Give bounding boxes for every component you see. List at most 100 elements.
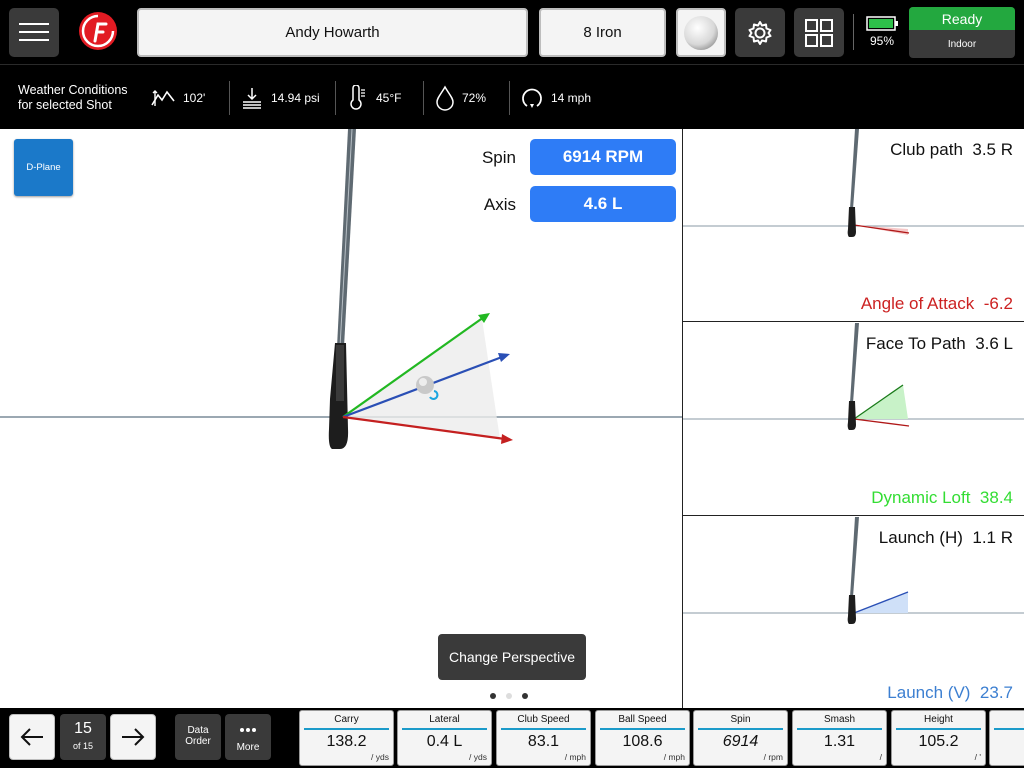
weather-title-line1: Weather Conditions [18,83,128,97]
page-dot[interactable] [522,693,528,699]
dplane-button[interactable]: D-Plane [14,139,73,196]
settings-button[interactable] [735,8,785,57]
app-root: Andy Howarth 8 Iron 95% Ready Indoor Wea… [0,0,1024,768]
brand-logo-icon[interactable] [77,10,119,52]
tile-value: 108.6 [622,733,663,750]
data-order-line2: Order [185,736,211,747]
launch-h-value: 1.1 R [972,528,1013,547]
weather-pressure: 14.94 psi [240,81,320,115]
more-button[interactable]: More [225,714,271,760]
tile-underline [994,728,1024,730]
spin-value-pill: 6914 RPM [530,139,676,175]
golf-ball-highlight [419,378,427,386]
tile-unit: / yds [469,752,487,762]
panel-divider [682,129,683,708]
weather-title: Weather Conditions for selected Shot [18,83,148,113]
thermometer-icon [350,85,365,110]
data-order-line1: Data [187,725,209,736]
axis-value-pill: 4.6 L [530,186,676,222]
tile-unit: / ' [974,752,981,762]
tile-label: Ball Speed [618,714,667,725]
tile-value: 105.2 [918,733,959,750]
player-name-field[interactable]: Andy Howarth [137,8,528,57]
launch-v-value: 23.7 [979,683,1013,702]
more-dots-icon [240,728,256,732]
tile-club-speed[interactable]: Club Speed 83.1 / mph [496,710,591,766]
wind-icon [522,88,542,108]
club-shaft-highlight [339,129,353,348]
face-to-path-panel[interactable]: Face To Path 3.6 L Dynamic Loft 38.4 [683,323,1024,516]
arrow-right-icon [122,728,145,746]
tile-underline [698,728,783,730]
pressure-value: 14.94 psi [271,91,320,105]
ball-selector-button[interactable] [676,8,726,57]
temperature-value: 45°F [376,91,402,105]
arrow-head-red [501,434,513,444]
humidity-drop-icon [436,85,454,111]
face-to-path-label: Face To Path [865,334,966,353]
page-dot[interactable] [506,693,512,699]
club-path-readout: Club path 3.5 R [890,140,1013,160]
tile-label: Height [924,714,953,725]
weather-separator [509,81,510,115]
tile-underline [402,728,487,730]
menu-icon [19,23,49,25]
previous-shot-button[interactable] [9,714,55,760]
grid-icon [805,18,833,47]
club-path-panel[interactable]: Club path 3.5 R Angle of Attack -6.2 [683,129,1024,322]
angle-of-attack-value: -6.2 [983,294,1013,313]
tile-height[interactable]: Height 105.2 / ' [891,710,986,766]
layout-grid-button[interactable] [794,8,844,57]
page-dot[interactable] [490,693,496,699]
menu-button[interactable] [9,8,59,57]
club-selector[interactable]: 8 Iron [539,8,666,57]
tile-label: Club Speed [517,714,570,725]
weather-wind: 14 mph [520,81,591,115]
data-order-button[interactable]: Data Order [175,714,221,760]
axis-label: Axis [483,195,516,214]
tile-smash[interactable]: Smash 1.31 / [792,710,887,766]
wind-value: 14 mph [551,91,592,105]
menu-icon-bar [19,31,49,33]
more-label: More [236,742,260,753]
battery-icon [866,16,898,31]
tile-partial[interactable] [989,710,1024,766]
change-perspective-button[interactable]: Change Perspective [438,634,586,680]
next-shot-button[interactable] [110,714,156,760]
battery-indicator: 95% [862,14,902,54]
tile-carry[interactable]: Carry 138.2 / yds [299,710,394,766]
club-hosel [336,345,344,401]
launch-h-readout: Launch (H) 1.1 R [879,528,1013,548]
spin-label: Spin [481,148,516,167]
tile-value: 0.4 L [426,733,463,750]
dynamic-loft-label: Dynamic Loft [871,488,971,507]
device-status[interactable]: Ready Indoor [909,7,1015,58]
header-divider [853,14,854,50]
golf-ball-icon [684,15,718,50]
tile-lateral[interactable]: Lateral 0.4 L / yds [397,710,492,766]
detail-panels: Club path 3.5 R Angle of Attack -6.2 Fac… [683,129,1024,708]
launch-v-label: Launch (V) [887,683,971,702]
dynamic-loft-readout: Dynamic Loft 38.4 [871,488,1013,508]
humidity-value: 72% [462,91,487,105]
page-indicator[interactable] [490,693,528,699]
tile-ball-speed[interactable]: Ball Speed 108.6 / mph [595,710,690,766]
face-to-path-value: 3.6 L [975,334,1013,353]
battery-percent: 95% [869,34,895,48]
weather-separator [229,81,230,115]
weather-bar: Weather Conditions for selected Shot 102… [0,64,1024,129]
tile-value: 138.2 [326,733,367,750]
tile-value: 6914 [722,733,759,750]
tile-unit: / rpm [763,752,783,762]
altitude-icon [151,90,175,106]
dplane-view[interactable]: D-Plane Spin 6914 RPM Axis 4.6 L Change … [0,129,682,708]
arrow-left-icon [20,728,43,746]
arrow-head-blue [498,353,510,362]
tile-spin[interactable]: Spin 6914 / rpm [693,710,788,766]
tile-underline [896,728,981,730]
tile-value: 1.31 [823,733,856,750]
weather-title-line2: for selected Shot [18,98,112,112]
tile-label: Smash [823,714,856,725]
tile-unit: / mph [663,752,685,762]
launch-panel[interactable]: Launch (H) 1.1 R Launch (V) 23.7 [683,517,1024,710]
